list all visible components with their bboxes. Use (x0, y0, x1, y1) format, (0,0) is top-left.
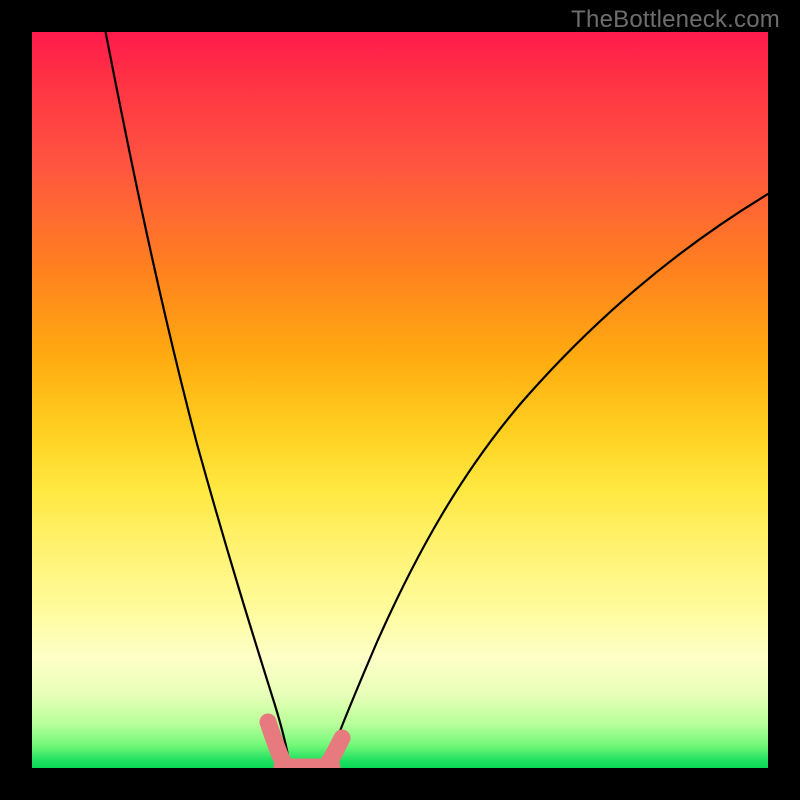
attribution-watermark: TheBottleneck.com (571, 6, 780, 34)
curve-right-branch (326, 194, 768, 768)
curve-left-branch (106, 32, 290, 768)
chart-frame: TheBottleneck.com (0, 0, 800, 800)
bottleneck-curve (32, 32, 768, 768)
plot-area (32, 32, 768, 768)
